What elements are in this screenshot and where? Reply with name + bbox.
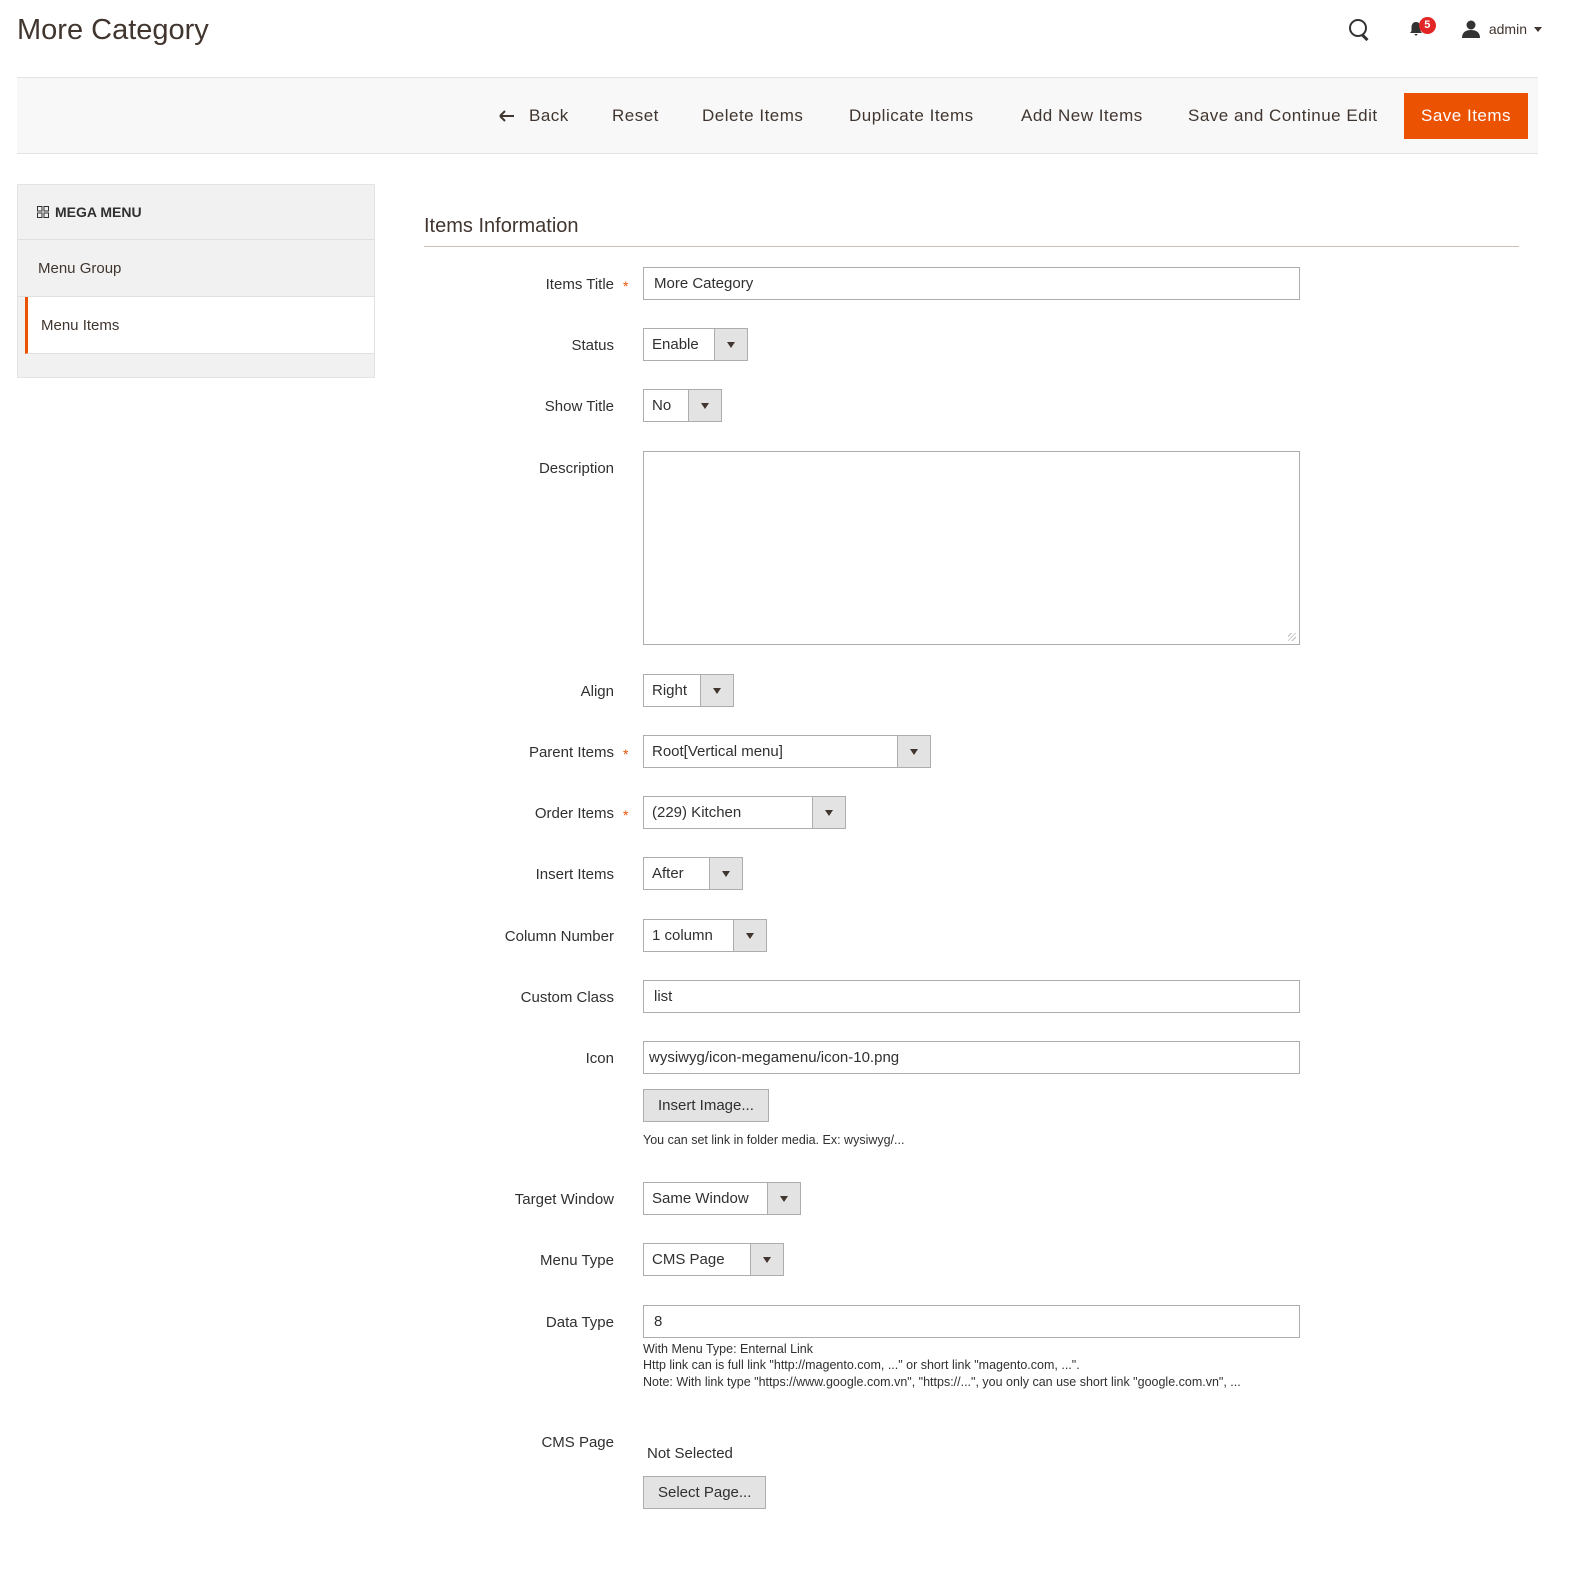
select-toggle	[750, 1244, 783, 1275]
column-number-select[interactable]: 1 column	[643, 919, 767, 952]
add-new-items-button[interactable]: Add New Items	[1021, 93, 1143, 139]
insert-items-value: After	[652, 865, 684, 882]
data-type-input[interactable]: 8	[643, 1305, 1300, 1338]
column-number-value: 1 column	[652, 927, 713, 944]
menu-type-select[interactable]: CMS Page	[643, 1243, 784, 1276]
notification-count-badge: 5	[1418, 17, 1436, 34]
description-label: Description	[538, 460, 614, 477]
show-title-select[interactable]: No	[643, 389, 722, 422]
data-type-note-line: Note: With link type "https://www.google…	[643, 1375, 1241, 1389]
icon-label: Icon	[585, 1050, 614, 1067]
arrow-left-icon	[499, 110, 514, 122]
sidebar-item-menu-group[interactable]: Menu Group	[18, 240, 374, 297]
status-select[interactable]: Enable	[643, 328, 748, 361]
order-items-select[interactable]: (229) Kitchen	[643, 796, 846, 829]
save-items-button[interactable]: Save Items	[1404, 93, 1529, 139]
select-toggle	[700, 675, 733, 706]
items-title-label: Items Title	[545, 276, 614, 293]
column-number-label: Column Number	[504, 928, 614, 945]
save-and-continue-button[interactable]: Save and Continue Edit	[1188, 93, 1378, 139]
required-marker: *	[623, 807, 629, 823]
select-toggle	[733, 920, 766, 951]
chevron-down-icon	[722, 870, 730, 877]
page-title: More Category	[17, 14, 209, 46]
data-type-note-line: Http link can is full link "http://magen…	[643, 1358, 1080, 1372]
chevron-down-icon	[727, 341, 735, 348]
description-textarea[interactable]	[643, 451, 1300, 645]
data-type-note-line: With Menu Type: Enternal Link	[643, 1342, 813, 1356]
back-button[interactable]: Back	[499, 93, 569, 139]
data-type-label: Data Type	[545, 1314, 614, 1331]
insert-items-label: Insert Items	[535, 866, 614, 883]
chevron-down-icon	[780, 1195, 788, 1202]
chevron-down-icon	[1534, 26, 1542, 32]
select-toggle	[714, 329, 747, 360]
header-actions: 5 admin	[1347, 14, 1542, 44]
section-title: Items Information	[424, 215, 579, 237]
reset-button[interactable]: Reset	[612, 93, 659, 139]
align-select[interactable]: Right	[643, 674, 734, 707]
select-toggle	[688, 390, 721, 421]
icon-note: You can set link in folder media. Ex: wy…	[643, 1133, 905, 1147]
resize-handle[interactable]	[1288, 633, 1296, 641]
menu-type-label: Menu Type	[540, 1252, 614, 1269]
admin-user-menu[interactable]: admin	[1461, 19, 1542, 39]
select-toggle	[812, 797, 845, 828]
custom-class-input[interactable]: list	[643, 980, 1300, 1013]
chevron-down-icon	[910, 748, 918, 755]
search-icon[interactable]	[1347, 17, 1371, 41]
target-window-label: Target Window	[514, 1191, 614, 1208]
target-window-select[interactable]: Same Window	[643, 1182, 801, 1215]
show-title-value: No	[652, 397, 672, 414]
parent-items-select[interactable]: Root[Vertical menu]	[643, 735, 931, 768]
admin-username: admin	[1488, 21, 1527, 37]
align-label: Align	[580, 683, 614, 700]
sidebar-item-menu-items[interactable]: Menu Items	[25, 297, 374, 354]
chevron-down-icon	[713, 687, 721, 694]
cms-page-value: Not Selected	[647, 1445, 733, 1462]
parent-items-label: Parent Items	[528, 744, 614, 761]
sidebar-header: MEGA MENU	[18, 185, 374, 240]
chevron-down-icon	[701, 402, 709, 409]
required-marker: *	[623, 278, 629, 294]
status-label: Status	[571, 337, 614, 354]
sidebar: MEGA MENU Menu Group Menu Items	[17, 184, 375, 378]
chevron-down-icon	[825, 809, 833, 816]
grid-icon	[37, 206, 49, 218]
align-value: Right	[652, 682, 688, 699]
page-actions-toolbar: Back Reset Delete Items Duplicate Items …	[17, 77, 1538, 154]
select-toggle	[897, 736, 930, 767]
custom-class-label: Custom Class	[520, 989, 614, 1006]
items-title-input[interactable]: More Category	[643, 267, 1300, 300]
insert-image-button[interactable]: Insert Image...	[643, 1089, 769, 1122]
icon-path-input[interactable]: wysiwyg/icon-megamenu/icon-10.png	[643, 1041, 1300, 1074]
user-icon	[1461, 20, 1480, 38]
select-page-button[interactable]: Select Page...	[643, 1476, 767, 1509]
order-items-value: (229) Kitchen	[652, 804, 742, 821]
required-marker: *	[623, 746, 629, 762]
menu-type-value: CMS Page	[652, 1251, 725, 1268]
back-label: Back	[529, 106, 569, 125]
order-items-label: Order Items	[534, 805, 614, 822]
show-title-label: Show Title	[544, 398, 614, 415]
select-toggle	[709, 858, 742, 889]
chevron-down-icon	[746, 932, 754, 939]
parent-items-value: Root[Vertical menu]	[652, 743, 783, 760]
chevron-down-icon	[763, 1256, 771, 1263]
insert-items-select[interactable]: After	[643, 857, 743, 890]
select-toggle	[767, 1183, 800, 1214]
sidebar-title: MEGA MENU	[55, 204, 142, 220]
duplicate-items-button[interactable]: Duplicate Items	[849, 93, 974, 139]
cms-page-label: CMS Page	[541, 1434, 614, 1451]
target-window-value: Same Window	[652, 1190, 749, 1207]
delete-items-button[interactable]: Delete Items	[702, 93, 803, 139]
section-divider	[424, 246, 1519, 247]
notifications-button[interactable]: 5	[1405, 17, 1436, 41]
status-value: Enable	[652, 336, 699, 353]
